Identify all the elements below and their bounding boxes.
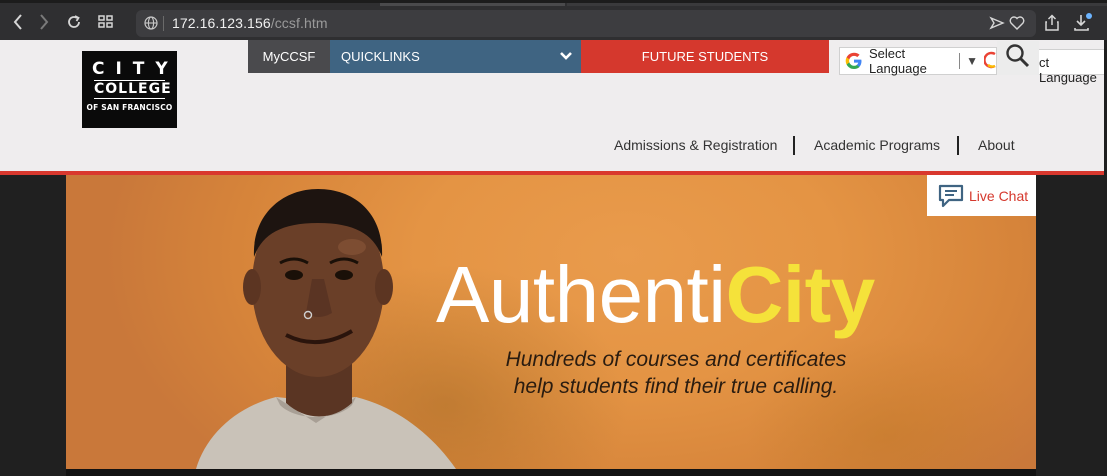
- nav-divider: [957, 136, 959, 155]
- address-separator: [163, 16, 164, 31]
- headline-authenti: Authenti: [436, 250, 726, 339]
- address-bar[interactable]: 172.16.123.156/ccsf.htm: [136, 10, 1036, 37]
- language-select-overflow[interactable]: ct Language: [1029, 49, 1107, 85]
- hero-tagline: Hundreds of courses and certificates hel…: [466, 346, 886, 400]
- url-host: 172.16.123.156: [172, 15, 271, 31]
- chat-bubble-icon: [937, 183, 965, 209]
- quicklinks-label: QUICKLINKS: [341, 49, 420, 64]
- select-language-label: Select Language: [869, 46, 927, 76]
- live-chat-label: Live Chat: [969, 187, 1029, 204]
- reload-icon[interactable]: [64, 12, 84, 32]
- nav-about[interactable]: About: [978, 137, 1015, 153]
- logo-line-sf: OF SAN FRANCISCO: [86, 103, 173, 112]
- send-icon[interactable]: [989, 15, 1005, 36]
- globe-icon: [144, 16, 158, 35]
- hero-banner: AuthentiCity Hundreds of courses and cer…: [66, 175, 1036, 469]
- language-separator: [959, 53, 961, 69]
- headline-city: City: [725, 250, 876, 339]
- future-students-link[interactable]: FUTURE STUDENTS: [581, 40, 829, 73]
- back-icon[interactable]: [8, 12, 28, 32]
- ccsf-logo[interactable]: CITY COLLEGE OF SAN FRANCISCO: [82, 51, 177, 128]
- url-text[interactable]: 172.16.123.156/ccsf.htm: [172, 15, 328, 31]
- live-chat-button[interactable]: Live Chat: [927, 175, 1036, 216]
- myccsf-label: MyCCSF: [262, 49, 316, 64]
- future-students-label: FUTURE STUDENTS: [641, 49, 769, 64]
- tab-indicator: [567, 3, 1107, 6]
- hero-bottom-edge: [66, 469, 1036, 476]
- quicklinks-dropdown[interactable]: QUICKLINKS: [330, 40, 581, 73]
- heart-icon[interactable]: [1009, 15, 1025, 36]
- tagline-line-2: help students find their true calling.: [513, 375, 839, 398]
- tab-overview-icon[interactable]: [96, 12, 116, 32]
- forward-icon[interactable]: [34, 12, 54, 32]
- language-select[interactable]: Select Language ▼: [839, 46, 997, 76]
- browser-toolbar: 172.16.123.156/ccsf.htm: [0, 0, 1107, 40]
- google-g-icon: [983, 51, 996, 72]
- tagline-line-1: Hundreds of courses and certificates: [505, 348, 847, 371]
- select-language-overflow-label: ct Language: [1039, 55, 1097, 85]
- url-path: /ccsf.htm: [270, 15, 328, 31]
- google-g-icon: [845, 52, 863, 70]
- download-icon[interactable]: [1071, 12, 1093, 34]
- logo-line-college: COLLEGE: [94, 80, 172, 99]
- search-icon: [1005, 43, 1031, 74]
- search-button[interactable]: [997, 41, 1039, 75]
- dropdown-arrow-icon: ▼: [966, 54, 978, 68]
- nav-divider: [793, 136, 795, 155]
- hero-headline: AuthentiCity: [436, 253, 875, 337]
- logo-line-city: CITY: [92, 59, 179, 79]
- myccsf-link[interactable]: MyCCSF: [248, 40, 330, 73]
- chevron-down-icon: [559, 49, 573, 64]
- tab-indicator: [380, 3, 565, 6]
- nav-admissions-registration[interactable]: Admissions & Registration: [614, 137, 777, 153]
- share-icon[interactable]: [1041, 12, 1063, 34]
- nav-academic-programs[interactable]: Academic Programs: [814, 137, 940, 153]
